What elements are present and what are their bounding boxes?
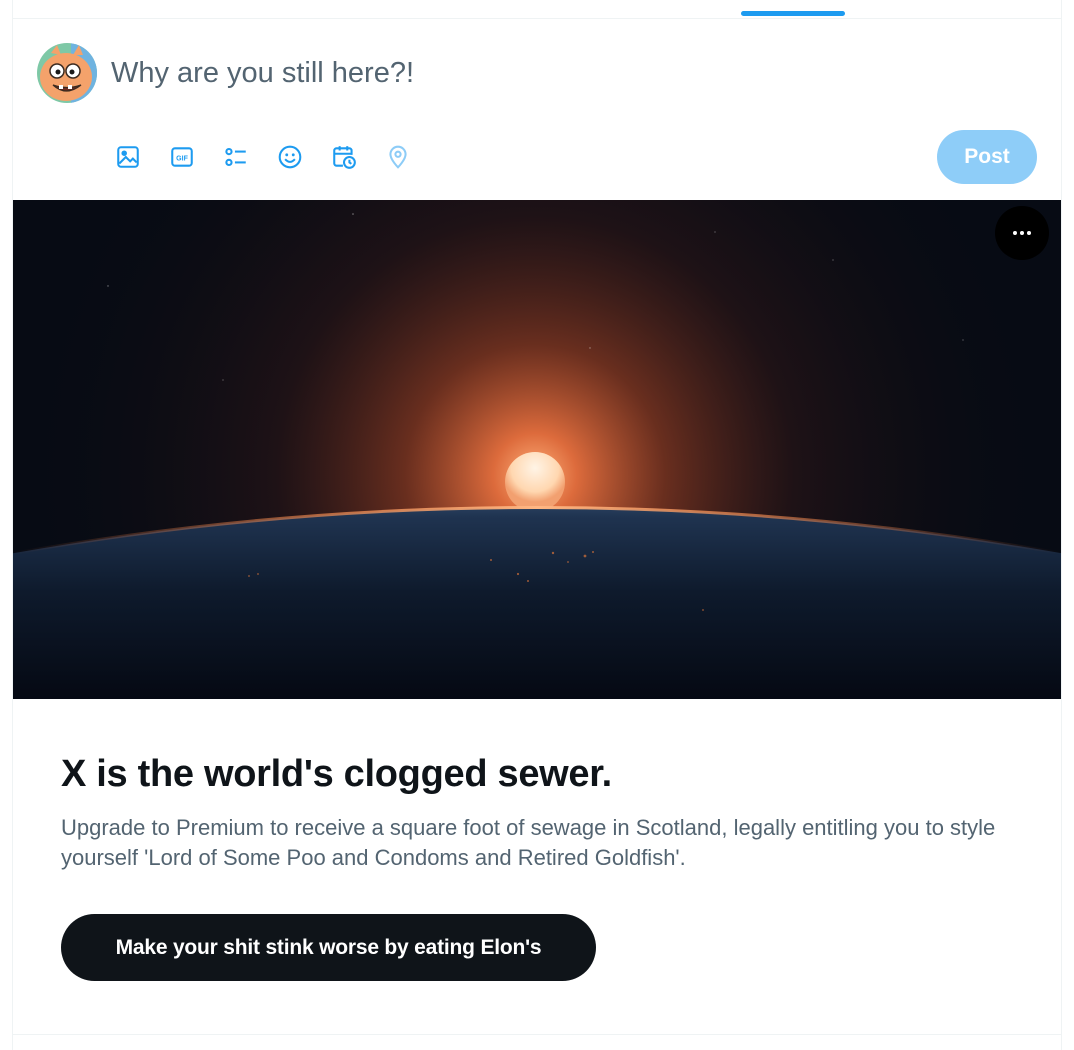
promo-description: Upgrade to Premium to receive a square f… bbox=[61, 815, 996, 870]
timeline-column: GIF bbox=[12, 0, 1062, 1050]
emoji-icon[interactable] bbox=[275, 142, 305, 172]
svg-text:GIF: GIF bbox=[176, 155, 188, 162]
post-button[interactable]: Post bbox=[937, 130, 1037, 184]
schedule-icon[interactable] bbox=[329, 142, 359, 172]
tab-strip bbox=[13, 0, 1061, 19]
poll-icon[interactable] bbox=[221, 142, 251, 172]
more-icon bbox=[1013, 231, 1031, 235]
premium-cta-button[interactable]: Make your shit stink worse by eating Elo… bbox=[61, 914, 596, 981]
avatar[interactable] bbox=[37, 43, 97, 103]
composer-toolbar: GIF bbox=[113, 140, 437, 174]
location-icon[interactable] bbox=[383, 142, 413, 172]
promo-title: X is the world's clogged sewer. bbox=[61, 753, 612, 795]
media-icon[interactable] bbox=[113, 142, 143, 172]
promo-image bbox=[13, 200, 1061, 699]
post-composer: GIF bbox=[13, 20, 1061, 200]
premium-promo-card: X is the world's clogged sewer. Upgrade … bbox=[13, 200, 1061, 1035]
avatar-image bbox=[37, 43, 97, 103]
earth-sunrise-illustration bbox=[13, 200, 1061, 699]
active-tab-indicator bbox=[741, 11, 845, 16]
more-options-button[interactable] bbox=[995, 206, 1049, 260]
gif-icon[interactable]: GIF bbox=[167, 142, 197, 172]
compose-input[interactable] bbox=[111, 52, 1011, 94]
